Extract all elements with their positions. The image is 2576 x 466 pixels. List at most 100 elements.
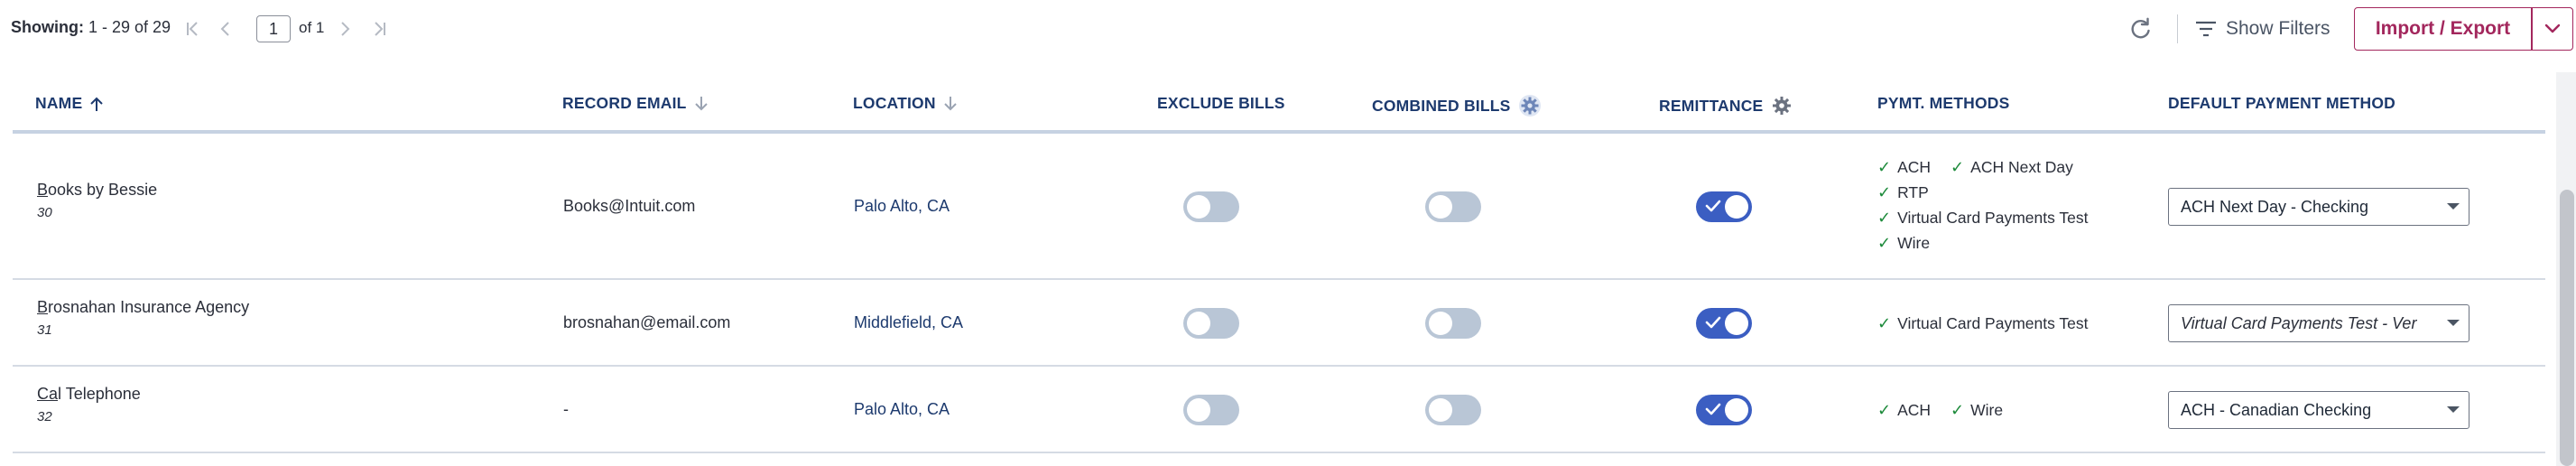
payment-method-item: ✓ Wire: [1951, 400, 2004, 419]
check-icon: [1705, 316, 1721, 329]
exclude-bills-toggle[interactable]: [1183, 308, 1239, 339]
payment-methods-list: ✓ ACH ✓ ACH Next Day ✓ RTP ✓ Virtual Card Pa…: [1877, 154, 2089, 256]
column-header-name[interactable]: NAME: [35, 94, 104, 113]
default-payment-method-select[interactable]: Virtual Card Payments Test - Ver: [2168, 304, 2469, 342]
first-page-button[interactable]: [181, 16, 206, 42]
check-icon: ✓: [1877, 157, 1892, 176]
showing-range: 1 - 29 of 29: [88, 18, 171, 36]
remittance-toggle[interactable]: [1696, 308, 1752, 339]
exclude-bills-toggle[interactable]: [1183, 395, 1239, 425]
payment-method-item: ✓ Virtual Card Payments Test: [1877, 208, 2089, 227]
column-header-location[interactable]: LOCATION: [853, 94, 958, 113]
scrollbar-thumb[interactable]: [2560, 190, 2574, 466]
last-page-button[interactable]: [366, 16, 392, 42]
column-header-default-payment-method: DEFAULT PAYMENT METHOD: [2168, 94, 2395, 113]
check-icon: ✓: [1877, 182, 1892, 201]
sort-descending-icon: [694, 96, 708, 110]
remittance-toggle[interactable]: [1696, 191, 1752, 222]
filter-icon: [2196, 21, 2216, 37]
show-filters-label: Show Filters: [2226, 18, 2330, 39]
chevron-down-icon: [2544, 23, 2560, 33]
vendor-name: Brosnahan Insurance Agency: [37, 298, 250, 316]
refresh-button[interactable]: [2127, 14, 2155, 43]
vendor-location: Middlefield, CA: [854, 313, 964, 331]
table-row[interactable]: Cal Telephone 32 - Palo Alto, CA ✓ ACH ✓ W…: [13, 367, 2545, 453]
sort-ascending-icon: [90, 97, 104, 111]
column-label: PYMT. METHODS: [1877, 94, 2010, 112]
column-header-record-email[interactable]: RECORD EMAIL: [562, 94, 709, 113]
page-number-input[interactable]: 1: [256, 15, 291, 42]
column-label: NAME: [35, 94, 83, 112]
show-filters-button[interactable]: Show Filters: [2195, 13, 2330, 45]
vendor-number: 30: [37, 205, 52, 220]
combined-bills-toggle[interactable]: [1425, 308, 1481, 339]
showing-summary: Showing: 1 - 29 of 29: [11, 18, 171, 37]
default-payment-method-select[interactable]: ACH Next Day - Checking: [2168, 188, 2469, 226]
check-icon: ✓: [1877, 400, 1892, 419]
vendor-name-cell[interactable]: Cal Telephone 32: [37, 385, 141, 424]
check-icon: [1705, 403, 1721, 415]
toggle-knob: [1429, 398, 1452, 422]
payment-methods-list: ✓ Virtual Card Payments Test: [1877, 311, 2089, 336]
selected-value: ACH - Canadian Checking: [2181, 400, 2372, 419]
vendor-name-cell[interactable]: Books by Bessie 30: [37, 181, 157, 220]
default-payment-method-select[interactable]: ACH - Canadian Checking: [2168, 391, 2469, 429]
selected-value: ACH Next Day - Checking: [2181, 197, 2369, 216]
check-icon: ✓: [1877, 313, 1892, 332]
caret-down-icon: [2447, 203, 2460, 210]
vendor-name-cell[interactable]: Brosnahan Insurance Agency 31: [37, 298, 249, 338]
toggle-knob: [1725, 398, 1748, 422]
toggle-knob: [1725, 312, 1748, 335]
column-header-pymt-methods: PYMT. METHODS: [1877, 94, 2010, 113]
payment-method-item: ✓ Wire: [1877, 233, 1931, 252]
check-icon: ✓: [1877, 233, 1892, 252]
prev-page-button[interactable]: [213, 16, 238, 42]
column-header-combined-bills: COMBINED BILLS: [1372, 94, 1542, 117]
gear-icon[interactable]: [1770, 94, 1793, 117]
table-row[interactable]: Brosnahan Insurance Agency 31 brosnahan@…: [13, 280, 2545, 367]
chevron-right-icon: [341, 22, 350, 36]
chevron-left-icon: [220, 22, 229, 36]
column-label: EXCLUDE BILLS: [1157, 94, 1285, 112]
vendor-number: 32: [37, 409, 52, 424]
refresh-icon: [2131, 17, 2150, 39]
column-label: RECORD EMAIL: [562, 94, 687, 112]
toggle-knob: [1187, 312, 1210, 335]
import-export-split-button: Import / Export: [2354, 7, 2573, 51]
check-icon: ✓: [1951, 157, 1965, 176]
selected-value: Virtual Card Payments Test - Ver: [2181, 313, 2417, 332]
vendor-name: Cal Telephone: [37, 385, 141, 403]
check-icon: ✓: [1877, 208, 1892, 227]
vendor-number: 31: [37, 322, 52, 338]
record-email: brosnahan@email.com: [563, 313, 731, 331]
next-page-button[interactable]: [332, 16, 357, 42]
payment-method-item: ✓ RTP: [1877, 182, 1929, 201]
first-page-icon: [187, 22, 198, 36]
caret-down-icon: [2447, 406, 2460, 413]
table-row[interactable]: Books by Bessie 30 Books@Intuit.com Palo…: [13, 134, 2545, 280]
combined-bills-toggle[interactable]: [1425, 395, 1481, 425]
record-email: Books@Intuit.com: [563, 197, 696, 215]
combined-bills-toggle[interactable]: [1425, 191, 1481, 222]
remittance-toggle[interactable]: [1696, 395, 1752, 425]
showing-label: Showing:: [11, 18, 84, 36]
exclude-bills-toggle[interactable]: [1183, 191, 1239, 222]
payment-method-item: ✓ Virtual Card Payments Test: [1877, 313, 2089, 332]
vendor-location: Palo Alto, CA: [854, 197, 950, 215]
caret-down-icon: [2447, 320, 2460, 326]
table-header: NAME RECORD EMAIL LOCATION EXCLUDE BILLS…: [13, 70, 2545, 134]
import-export-button[interactable]: Import / Export: [2355, 8, 2531, 50]
column-header-remittance: REMITTANCE: [1659, 94, 1793, 117]
payment-method-item: ✓ ACH: [1877, 400, 1932, 419]
payment-method-item: ✓ ACH Next Day: [1951, 157, 2073, 176]
gear-icon[interactable]: [1518, 94, 1542, 117]
toggle-knob: [1187, 398, 1210, 422]
import-export-dropdown-button[interactable]: [2533, 8, 2573, 50]
check-icon: ✓: [1951, 400, 1965, 419]
record-email: -: [563, 400, 569, 418]
pagination-toolbar: Showing: 1 - 29 of 29 1 of 1 Show Filter…: [0, 0, 2576, 58]
vendor-name: Books by Bessie: [37, 181, 158, 199]
toggle-knob: [1429, 312, 1452, 335]
column-header-exclude-bills: EXCLUDE BILLS: [1157, 94, 1285, 113]
column-label: LOCATION: [853, 94, 936, 112]
